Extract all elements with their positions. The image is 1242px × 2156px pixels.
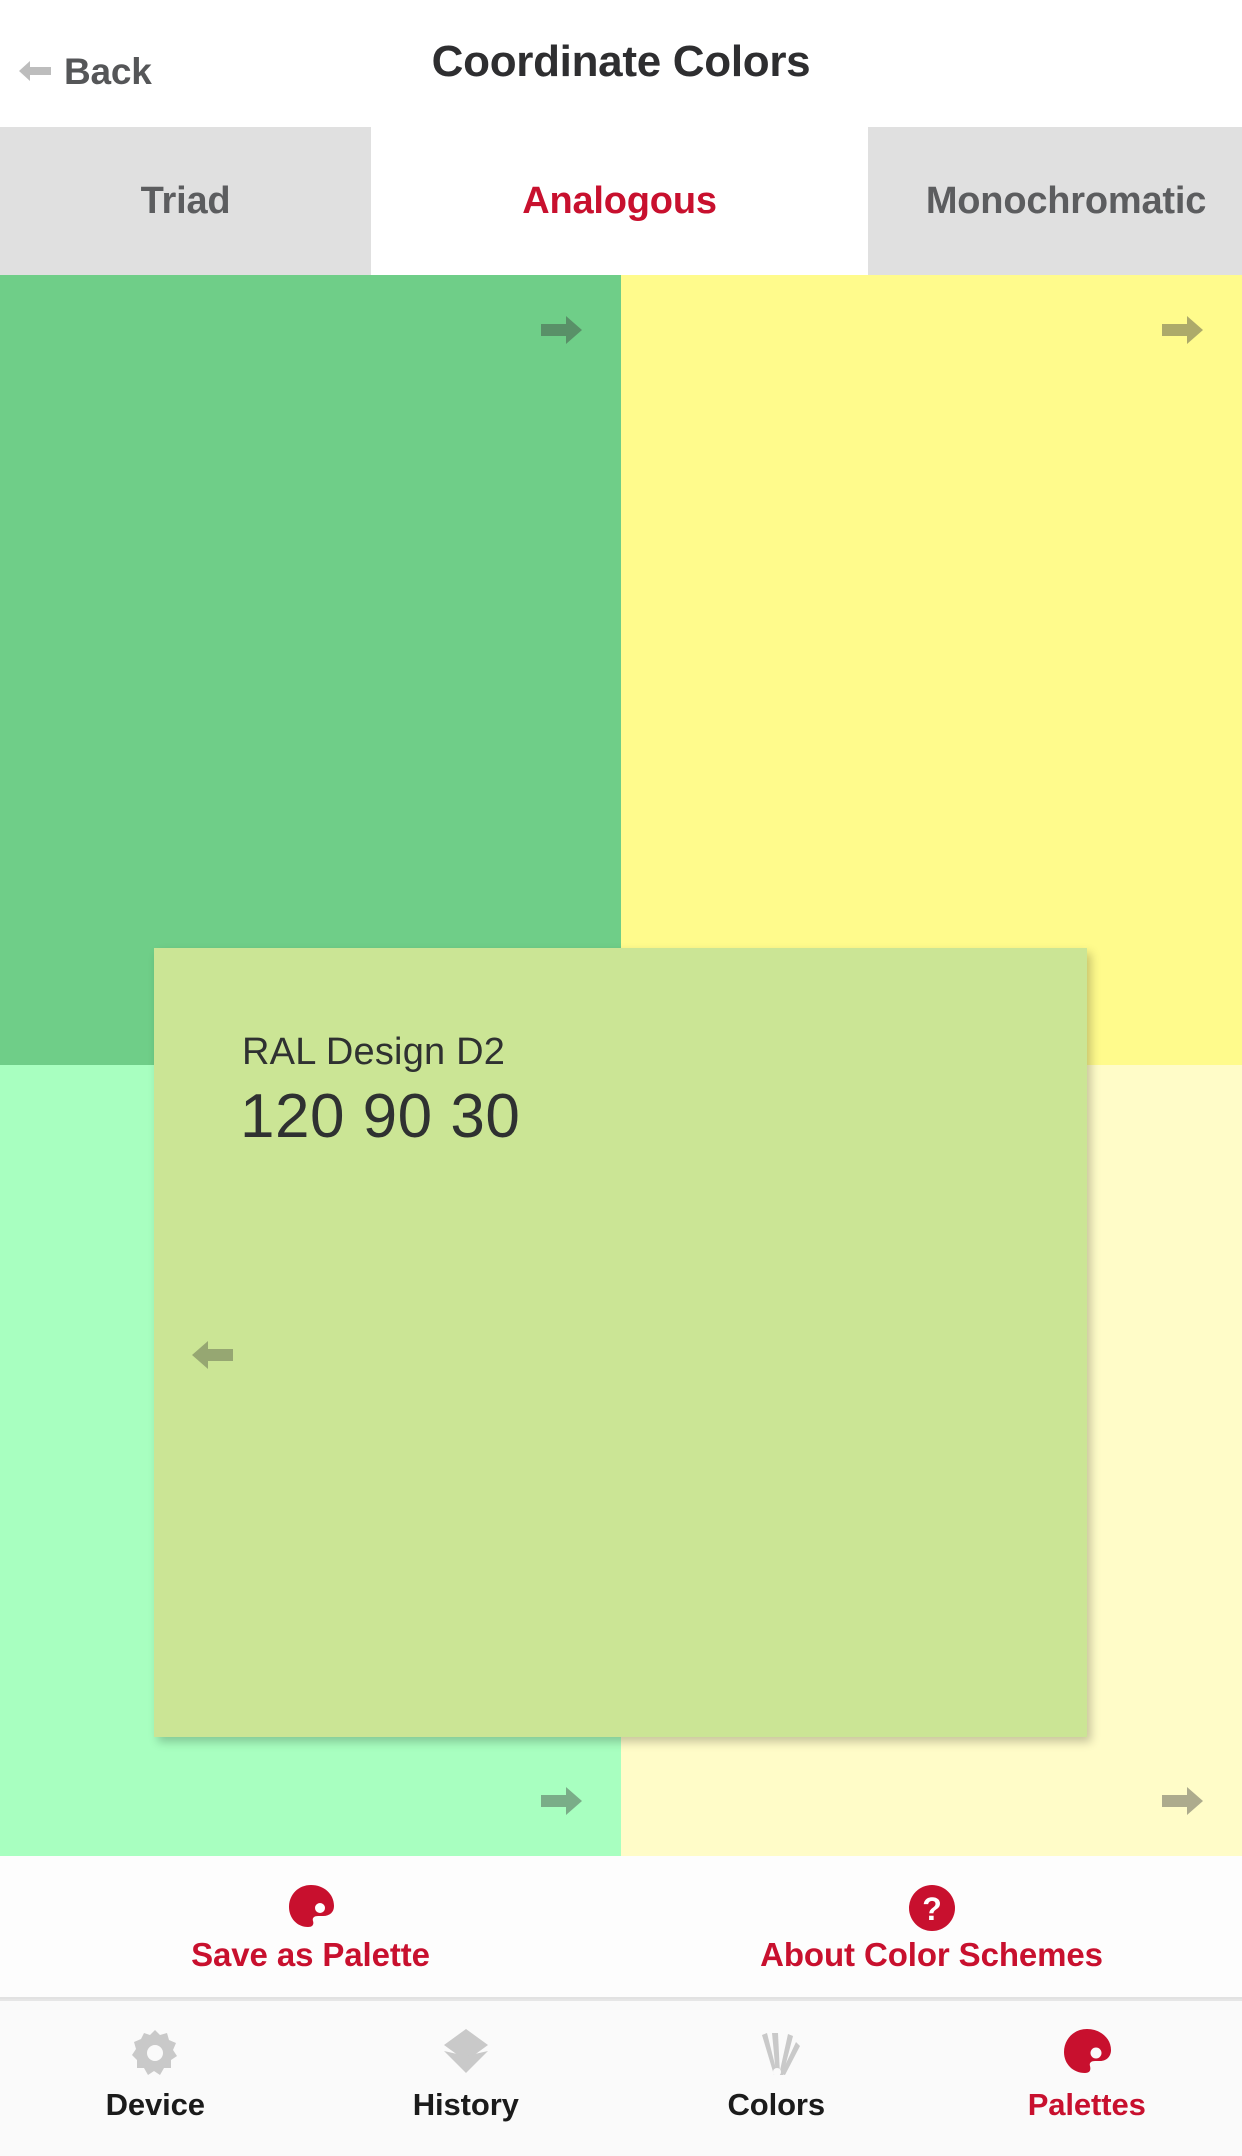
- color-code-value: 120 90 30: [240, 1082, 521, 1151]
- about-color-schemes-button[interactable]: ? About Color Schemes: [621, 1856, 1242, 1997]
- action-bar: Save as Palette ? About Color Schemes: [0, 1856, 1242, 1999]
- save-as-palette-button[interactable]: Save as Palette: [0, 1856, 621, 1997]
- color-system-label: RAL Design D2: [242, 1031, 506, 1073]
- tab-monochromatic[interactable]: Monochromatic: [868, 127, 1242, 275]
- navigation-bar: Back Coordinate Colors: [0, 0, 1242, 127]
- swatch-top-right[interactable]: [621, 275, 1242, 1065]
- tab-triad-label: Triad: [140, 179, 231, 222]
- palette-icon: [285, 1882, 337, 1934]
- bottom-tab-palettes-label: Palettes: [1027, 2087, 1146, 2122]
- selected-color-card[interactable]: RAL Design D2 120 90 30: [154, 948, 1087, 1737]
- question-mark-icon: ?: [906, 1882, 958, 1934]
- tab-monochromatic-label: Monochromatic: [925, 179, 1207, 222]
- fan-deck-icon: [748, 2025, 804, 2081]
- tab-analogous[interactable]: Analogous: [371, 127, 868, 275]
- bottom-tab-history-label: History: [412, 2087, 519, 2122]
- tab-triad[interactable]: Triad: [0, 127, 371, 275]
- arrow-left-icon[interactable]: [191, 1338, 233, 1372]
- page-title: Coordinate Colors: [431, 37, 811, 86]
- swatch-top-left[interactable]: [0, 275, 621, 1065]
- svg-text:?: ?: [922, 1891, 942, 1927]
- bottom-tab-device-label: Device: [105, 2087, 205, 2122]
- scheme-tab-bar: Triad Analogous Monochromatic: [0, 127, 1242, 275]
- bottom-tab-history[interactable]: History: [311, 2001, 622, 2156]
- bottom-tab-palettes[interactable]: Palettes: [932, 2001, 1242, 2156]
- palette-icon: [1059, 2025, 1115, 2081]
- about-color-schemes-label: About Color Schemes: [760, 1936, 1103, 1973]
- layers-icon: [438, 2025, 494, 2081]
- save-as-palette-label: Save as Palette: [191, 1936, 430, 1973]
- arrow-right-icon[interactable]: [1162, 1784, 1204, 1818]
- bottom-tab-device[interactable]: Device: [0, 2001, 311, 2156]
- arrow-right-icon[interactable]: [1162, 313, 1204, 347]
- gear-icon: [127, 2025, 183, 2081]
- bottom-tab-colors-label: Colors: [727, 2087, 826, 2122]
- color-swatch-grid: RAL Design D2 120 90 30: [0, 275, 1242, 1856]
- arrow-right-icon[interactable]: [541, 313, 583, 347]
- bottom-tab-bar: Device History Colors Palettes: [0, 1999, 1242, 2156]
- arrow-right-icon[interactable]: [541, 1784, 583, 1818]
- tab-analogous-label: Analogous: [522, 179, 717, 222]
- bottom-tab-colors[interactable]: Colors: [621, 2001, 932, 2156]
